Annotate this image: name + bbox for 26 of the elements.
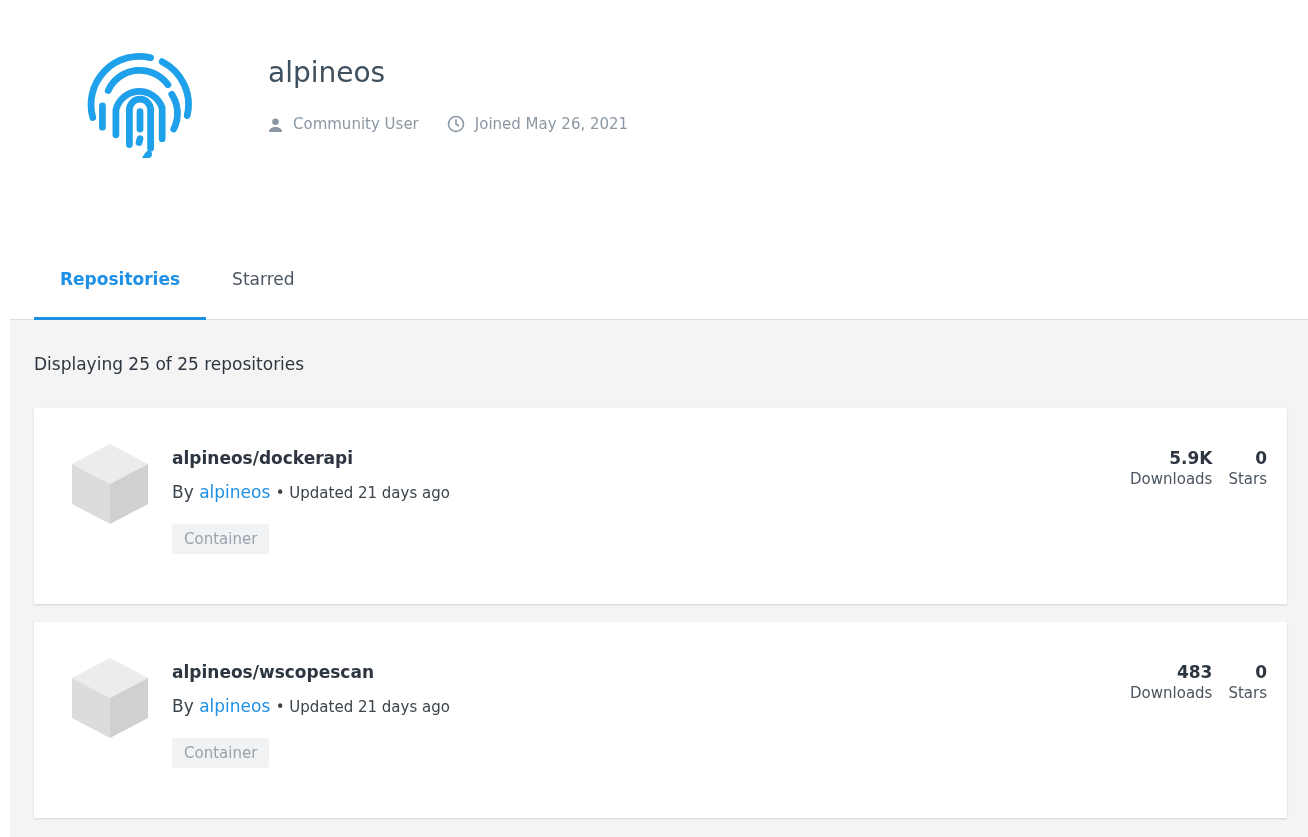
downloads-label: Downloads (1130, 470, 1213, 488)
type-tag: Container (172, 738, 270, 768)
repository-byline: By alpineos • Updated 21 days ago (172, 482, 450, 502)
star-count: 0 (1255, 448, 1267, 468)
repository-name[interactable]: alpineos/dockerapi (172, 448, 354, 468)
repository-byline: By alpineos • Updated 21 days ago (172, 696, 450, 716)
tab[interactable]: Starred (206, 240, 321, 320)
repository-count: Displaying 25 of 25 repositories (34, 354, 306, 374)
cube-icon (72, 658, 148, 738)
repository-name[interactable]: alpineos/wscopescan (172, 662, 374, 682)
stars-label: Stars (1228, 684, 1267, 702)
clock-icon (446, 115, 465, 133)
repository-card[interactable]: alpineos/wscopescan By alpineos • Updated 21 days ago Container 483 Downloads 0 Stars (34, 622, 1287, 818)
download-count: 483 (1176, 662, 1213, 682)
stars-label: Stars (1228, 470, 1267, 488)
profile-name: alpineos (268, 56, 387, 89)
downloads-label: Downloads (1130, 684, 1213, 702)
star-count: 0 (1255, 662, 1267, 682)
type-tag: Container (172, 524, 270, 554)
fingerprint-icon (86, 52, 194, 158)
cube-icon (72, 444, 148, 524)
role-label: Community User (293, 115, 419, 133)
repository-card[interactable]: alpineos/dockerapi By alpineos • Updated 21 days ago Container 5.9K Downloads 0 Stars (34, 408, 1287, 604)
user-icon (268, 116, 283, 132)
joined-date: Joined May 26, 2021 (474, 115, 629, 133)
download-count: 5.9K (1169, 448, 1213, 468)
